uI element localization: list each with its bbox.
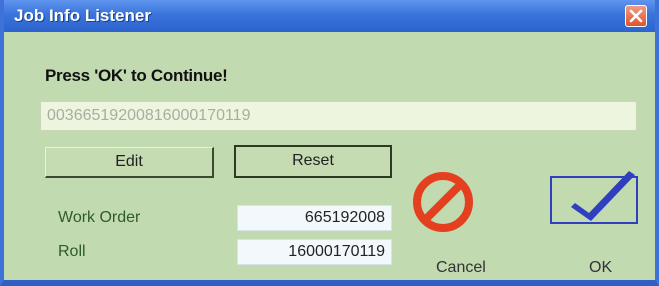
- cancel-button[interactable]: [408, 167, 478, 242]
- work-order-field[interactable]: 665192008: [237, 205, 392, 231]
- title-bar[interactable]: Job Info Listener: [4, 0, 655, 32]
- continue-prompt: Press 'OK' to Continue!: [45, 66, 228, 85]
- job-info-window: Job Info Listener Press 'OK' to Continue…: [0, 0, 659, 286]
- window-title: Job Info Listener: [14, 6, 151, 25]
- ok-button[interactable]: [549, 163, 641, 232]
- close-button[interactable]: [625, 5, 647, 27]
- cancel-label[interactable]: Cancel: [436, 259, 486, 277]
- roll-label: Roll: [58, 243, 86, 260]
- edit-button[interactable]: Edit: [45, 147, 214, 178]
- job-info-field[interactable]: 00366519200816000170119: [40, 101, 637, 131]
- checkmark-icon: [550, 171, 638, 224]
- ok-label[interactable]: OK: [589, 259, 612, 277]
- cancel-icon: [413, 172, 473, 232]
- roll-field[interactable]: 16000170119: [237, 239, 392, 265]
- reset-button[interactable]: Reset: [234, 145, 392, 178]
- work-order-label: Work Order: [58, 209, 141, 226]
- close-icon: [629, 9, 643, 23]
